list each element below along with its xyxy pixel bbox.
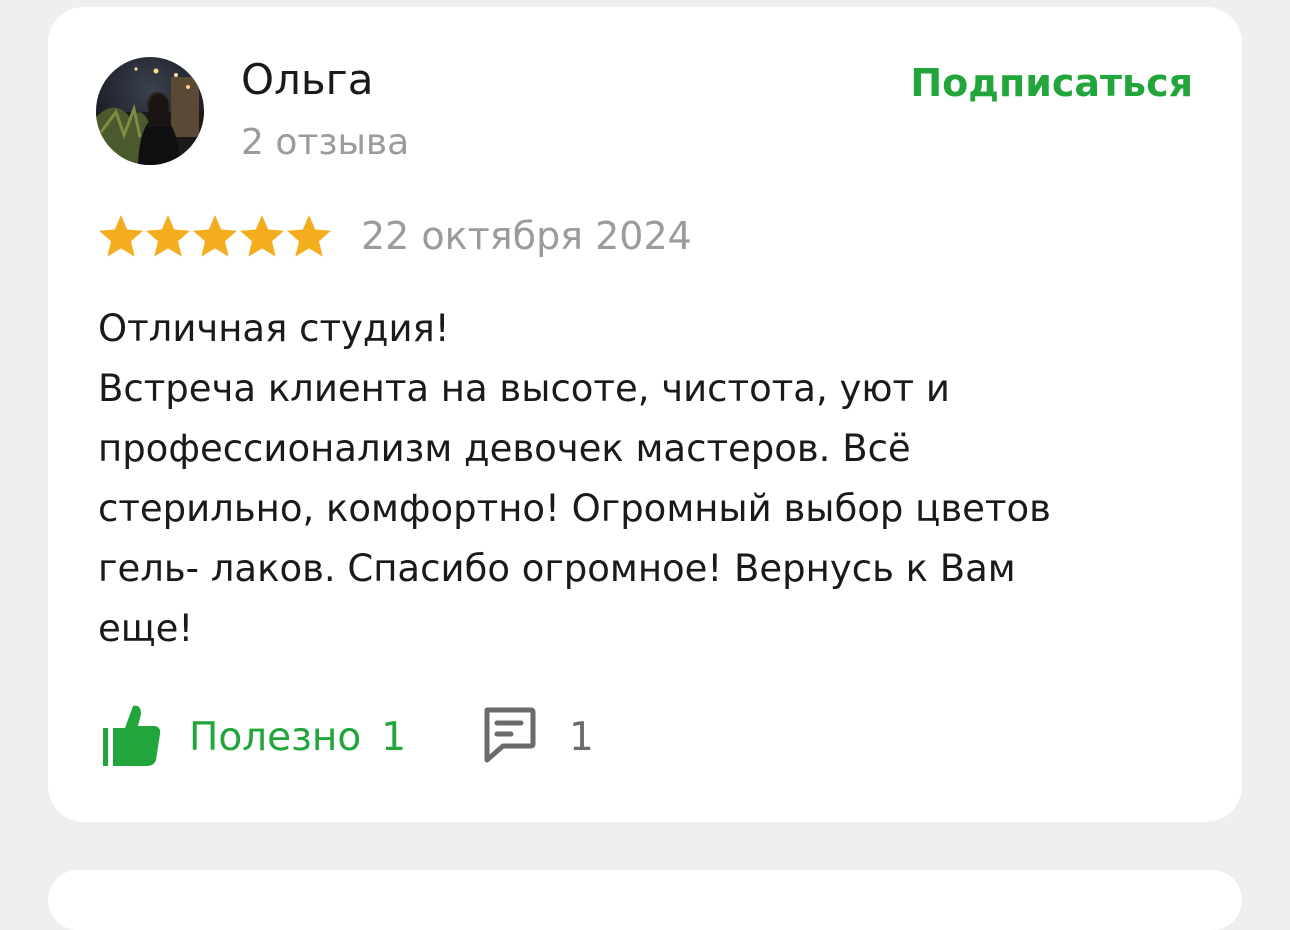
author-name[interactable]: Ольга xyxy=(241,55,373,105)
review-text-line: профессионализм девочек мастеров. Всё xyxy=(98,427,911,470)
review-text-line: гель- лаков. Спасибо огромное! Вернусь к… xyxy=(98,547,1016,590)
review-date: 22 октября 2024 xyxy=(361,214,692,258)
helpful-label: Полезно xyxy=(189,714,362,760)
next-review-card xyxy=(48,870,1242,930)
star-icon xyxy=(145,213,191,259)
star-icon xyxy=(239,213,285,259)
review-text-line: стерильно, комфортно! Огромный выбор цве… xyxy=(98,487,1051,530)
comments-button[interactable]: 1 xyxy=(481,702,594,772)
comments-count: 1 xyxy=(569,714,594,760)
author-avatar[interactable] xyxy=(96,57,204,165)
star-icon xyxy=(98,213,144,259)
review-text: Отличная студия! Встреча клиента на высо… xyxy=(98,299,1198,659)
thumbs-up-icon xyxy=(103,704,161,770)
review-text-line: Встреча клиента на высоте, чистота, уют … xyxy=(98,367,950,410)
rating-stars xyxy=(98,213,332,259)
review-card: Ольга 2 отзыва Подписаться 22 октября 20… xyxy=(48,7,1242,822)
star-icon xyxy=(286,213,332,259)
review-text-line: еще! xyxy=(98,607,194,650)
author-reviews-count: 2 отзыва xyxy=(241,122,410,163)
review-text-line: Отличная студия! xyxy=(98,307,450,350)
helpful-button[interactable]: Полезно 1 xyxy=(103,702,406,772)
star-icon xyxy=(192,213,238,259)
comment-icon xyxy=(481,706,537,768)
subscribe-button[interactable]: Подписаться xyxy=(910,59,1193,107)
helpful-count: 1 xyxy=(381,714,407,760)
